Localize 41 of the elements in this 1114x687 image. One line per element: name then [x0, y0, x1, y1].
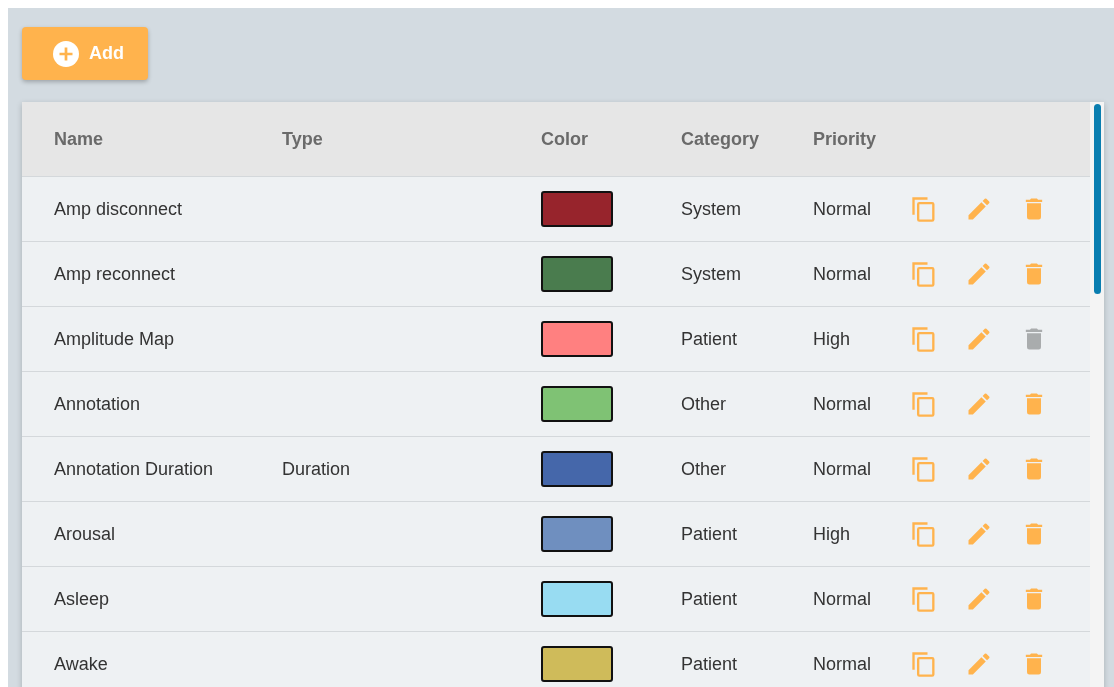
plus-circle-icon [53, 40, 79, 67]
name-cell-text: Annotation Duration [54, 458, 215, 480]
copy-icon[interactable] [910, 520, 938, 548]
category-cell-text: System [681, 263, 742, 285]
priority-cell-text: Normal [813, 393, 872, 415]
copy-icon[interactable] [910, 650, 938, 678]
copy-icon[interactable] [910, 390, 938, 418]
type-cell: Duration [282, 458, 351, 479]
priority-cell-text: Normal [813, 263, 872, 285]
add-button[interactable]: Add [22, 27, 148, 80]
copy-icon[interactable] [910, 260, 938, 288]
priority-cell-text: High [813, 328, 852, 350]
category-cell-text: Patient [681, 588, 739, 610]
priority-cell-text: Normal [813, 588, 872, 610]
column-header: Name [54, 128, 105, 150]
category-cell-text: System [681, 198, 742, 220]
name-cell-text: Amplitude Map [54, 328, 176, 350]
name-cell-text: Amp disconnect [54, 198, 184, 220]
priority-cell-text: Normal [813, 653, 872, 675]
priority-cell-text: High [813, 523, 852, 545]
copy-icon[interactable] [910, 455, 938, 483]
name-cell-text: Arousal [54, 523, 117, 545]
name-cell-text: Asleep [54, 588, 111, 610]
category-cell-text: Other [681, 458, 728, 480]
name-cell-text: Awake [54, 653, 109, 675]
name-cell-text: Annotation [54, 393, 142, 415]
priority-cell-text: Normal [813, 458, 872, 480]
column-header: Priority [813, 128, 878, 150]
column-header: Category [681, 128, 761, 150]
copy-icon[interactable] [910, 195, 938, 223]
category-cell-text: Patient [681, 653, 739, 675]
name-cell-text: Amp reconnect [54, 263, 177, 285]
copy-icon[interactable] [910, 325, 938, 353]
column-header: Type [282, 128, 324, 150]
priority-cell-text: Normal [813, 198, 872, 220]
scrollbar-thumb[interactable] [1093, 104, 1101, 294]
category-cell-text: Other [681, 393, 728, 415]
copy-icon[interactable] [910, 585, 938, 613]
column-header: Color [541, 128, 589, 150]
category-cell-text: Patient [681, 523, 739, 545]
category-cell-text: Patient [681, 328, 739, 350]
